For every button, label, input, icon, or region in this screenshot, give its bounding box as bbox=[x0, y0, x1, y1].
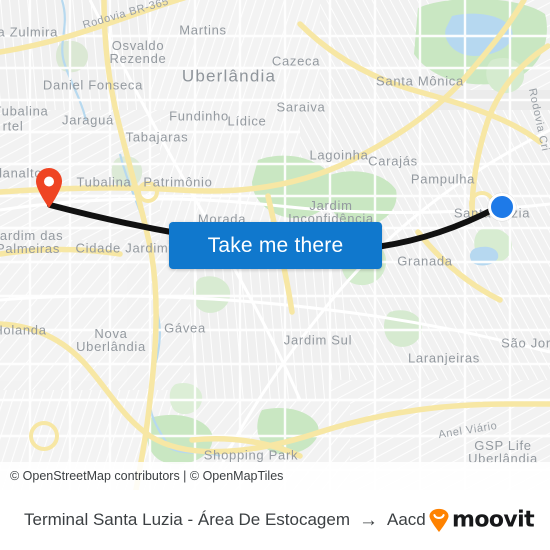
trip-summary: Terminal Santa Luzia - Área De Estocagem… bbox=[24, 510, 426, 530]
attribution-text[interactable]: © OpenStreetMap contributors | © OpenMap… bbox=[10, 469, 283, 483]
moovit-wordmark: moovit bbox=[452, 507, 535, 533]
trip-footer: Terminal Santa Luzia - Área De Estocagem… bbox=[0, 490, 550, 550]
destination-marker-dot[interactable] bbox=[488, 193, 516, 221]
moovit-logo[interactable]: moovit bbox=[428, 507, 535, 533]
take-me-there-button[interactable]: Take me there bbox=[169, 222, 382, 269]
moovit-pin-icon bbox=[429, 508, 449, 532]
trip-origin-label: Terminal Santa Luzia - Área De Estocagem bbox=[24, 510, 350, 529]
arrow-right-icon: → bbox=[359, 509, 378, 531]
map-canvas[interactable]: ma ZulmiraRodovia BR-365MartinsOsvaldo R… bbox=[0, 0, 550, 490]
moovit-trip-map-screen: ma ZulmiraRodovia BR-365MartinsOsvaldo R… bbox=[0, 0, 550, 550]
origin-marker-pin[interactable] bbox=[34, 167, 64, 209]
map-attribution-bar: © OpenStreetMap contributors | © OpenMap… bbox=[0, 462, 550, 490]
trip-destination-label: Aacd bbox=[387, 510, 426, 529]
